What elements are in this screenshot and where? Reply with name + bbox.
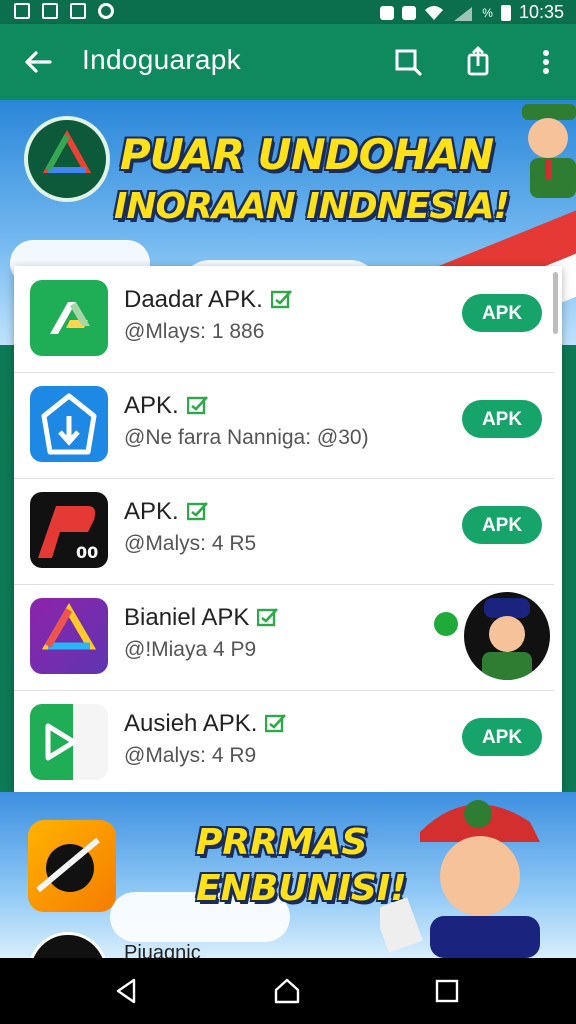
battery-percent-symbol: % (482, 5, 493, 20)
mail-notification-icon (42, 3, 58, 19)
refresh-icon[interactable] (434, 612, 458, 636)
list-item[interactable]: Daadar APK. @Mlays: 1 886 APK (14, 266, 554, 373)
app-name: APK. (124, 498, 179, 525)
alarm-icon (402, 5, 417, 20)
list-item[interactable]: APK. @Ne farra Nanniga: @30) APK (14, 372, 554, 479)
verified-icon (186, 502, 208, 521)
banner-title: PUAR UNDOHAN (120, 130, 494, 179)
battery-icon (500, 4, 511, 21)
promo-secondary-icon[interactable] (28, 932, 108, 958)
app-subtitle: @Malys: 4 R9 (124, 744, 257, 767)
status-bar: % 10:35 (0, 0, 576, 24)
signal-icon (454, 6, 473, 21)
nav-recents-icon[interactable] (432, 976, 462, 1006)
apk-download-button[interactable]: APK (462, 400, 542, 438)
back-arrow-icon[interactable] (22, 46, 54, 78)
drive-purple-icon (30, 598, 108, 674)
verified-icon (270, 290, 292, 309)
banner-subtitle: INORAAN INDNESIA! (114, 186, 510, 227)
app-bar: Indoguarapk (0, 24, 576, 100)
apk-download-button[interactable]: APK (462, 294, 542, 332)
share-icon[interactable] (462, 46, 494, 78)
app-name: Bianiel APK (124, 604, 250, 631)
mascot-avatar[interactable] (464, 592, 550, 680)
apk-download-button[interactable]: APK (462, 718, 542, 756)
promo-bottom-text: Piuagnic (124, 942, 201, 958)
app-name: Ausieh APK. (124, 710, 258, 737)
clock: 10:35 (518, 2, 564, 22)
more-vert-icon[interactable] (530, 46, 562, 78)
promo-banner[interactable]: PRRMAS ENBUNISI! Piuagnic (0, 792, 576, 958)
pr-red-icon: 00 (30, 492, 108, 568)
verified-icon (186, 396, 208, 415)
search-icon[interactable] (392, 46, 424, 78)
system-nav-bar (0, 958, 576, 1024)
list-item[interactable]: Ausieh APK. @Malys: 4 R9 APK (14, 690, 554, 792)
app-name: Daadar APK. (124, 286, 263, 313)
list-item[interactable]: Bianiel APK @!Miaya 4 P9 (14, 584, 554, 691)
android-notification-icon (70, 3, 86, 19)
app-title: Indoguarapk (82, 44, 241, 75)
app-name: APK. (124, 392, 179, 419)
mascot-illustration (522, 104, 576, 198)
gallery-notification-icon (14, 3, 30, 19)
app-subtitle: @Mlays: 1 886 (124, 320, 265, 343)
sync-notification-icon (98, 3, 114, 19)
verified-icon (265, 714, 287, 733)
app-list: Daadar APK. @Mlays: 1 886 APK APK. @Ne f… (14, 266, 562, 792)
apk-download-button[interactable]: APK (462, 506, 542, 544)
site-logo (24, 116, 110, 202)
list-item[interactable]: 00 APK. @Malys: 4 R5 APK (14, 478, 554, 585)
play-green-icon (30, 704, 108, 780)
verified-icon (257, 608, 279, 627)
nav-back-icon[interactable] (112, 976, 142, 1006)
nav-home-icon[interactable] (272, 976, 302, 1006)
promo-app-icon[interactable] (28, 820, 116, 912)
app-subtitle: @Malys: 4 R5 (124, 532, 257, 555)
wifi-icon (425, 5, 444, 20)
blue-shield-icon (30, 386, 108, 462)
vibrate-icon (380, 5, 395, 20)
app-subtitle: @!Miaya 4 P9 (124, 638, 257, 661)
app-subtitle: @Ne farra Nanniga: @30) (124, 426, 369, 449)
mascot-illustration (380, 800, 540, 958)
svg-text:00: 00 (76, 543, 98, 562)
drive-green-icon (30, 280, 108, 356)
